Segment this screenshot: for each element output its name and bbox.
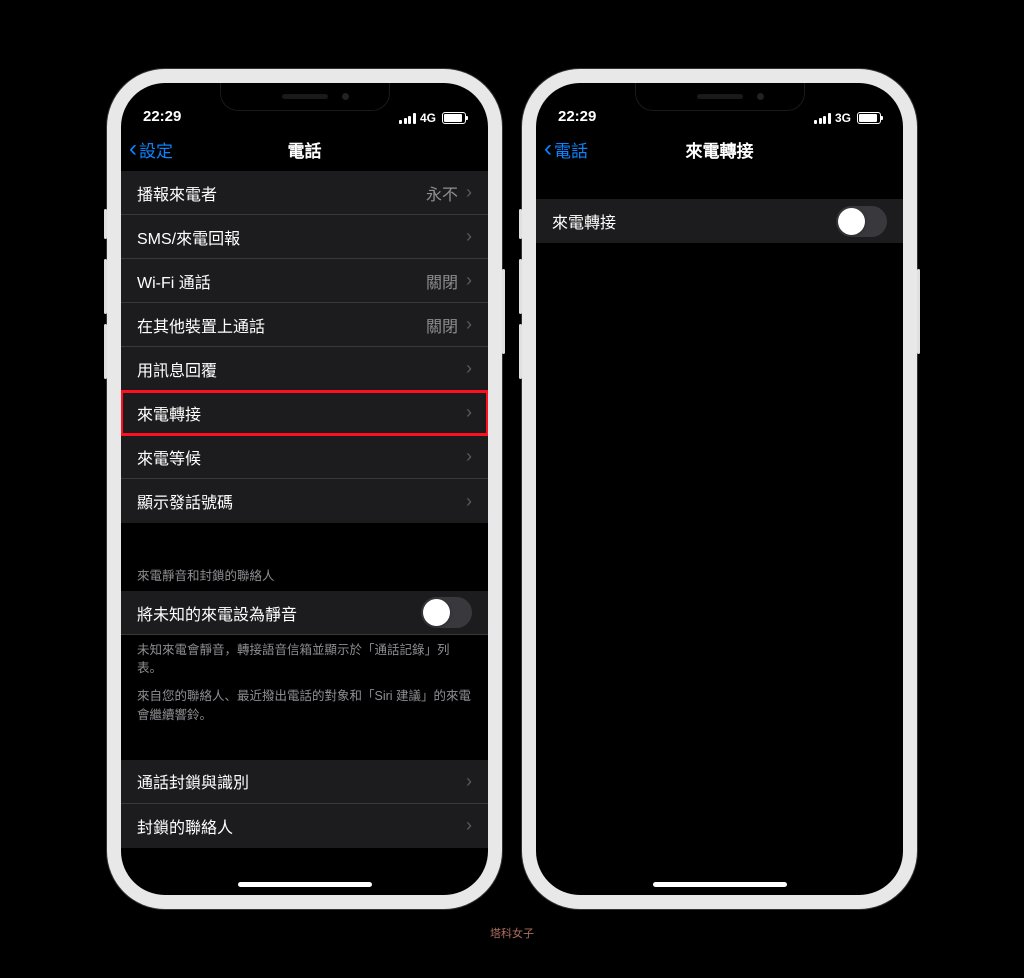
row-show-caller-id[interactable]: 顯示發話號碼 › [121,479,488,523]
nav-bar: ‹ 設定 電話 [121,127,488,171]
chevron-right-icon: › [466,182,472,203]
page-title: 電話 [288,137,322,162]
group-header-silence: 來電靜音和封鎖的聯絡人 [121,555,488,591]
phone-frame-right: 22:29 3G ‹ 電話 來電轉接 來電轉接 [522,69,917,909]
row-respond-with-text[interactable]: 用訊息回覆 › [121,347,488,391]
phone-frame-left: 22:29 4G ‹ 設定 電話 播報來電者 永不 › [107,69,502,909]
nav-bar: ‹ 電話 來電轉接 [536,127,903,171]
toggle-call-forwarding[interactable] [836,206,887,237]
chevron-left-icon: ‹ [129,137,137,161]
watermark: 塔科女子 [490,925,534,941]
row-announce-calls[interactable]: 播報來電者 永不 › [121,171,488,215]
row-blocked-contacts[interactable]: 封鎖的聯絡人 › [121,804,488,848]
signal-icon [399,113,416,124]
settings-list[interactable]: 來電轉接 [536,171,903,875]
screen-phone-settings: 22:29 4G ‹ 設定 電話 播報來電者 永不 › [121,83,488,895]
toggle-silence-unknown[interactable] [421,597,472,628]
battery-icon [857,112,881,124]
settings-list[interactable]: 播報來電者 永不 › SMS/來電回報 › Wi-Fi 通話 關閉 › 在其他裝… [121,171,488,875]
screen-call-forwarding: 22:29 3G ‹ 電話 來電轉接 來電轉接 [536,83,903,895]
chevron-left-icon: ‹ [544,137,552,161]
network-label: 4G [420,111,436,125]
chevron-right-icon: › [466,815,472,836]
signal-icon [814,113,831,124]
back-label: 電話 [554,137,588,162]
row-call-blocking-id[interactable]: 通話封鎖與識別 › [121,760,488,804]
chevron-right-icon: › [466,771,472,792]
battery-icon [442,112,466,124]
row-wifi-calling[interactable]: Wi-Fi 通話 關閉 › [121,259,488,303]
row-sms-report[interactable]: SMS/來電回報 › [121,215,488,259]
network-label: 3G [835,111,851,125]
chevron-right-icon: › [466,270,472,291]
home-indicator[interactable] [653,882,787,887]
chevron-right-icon: › [466,446,472,467]
back-button[interactable]: ‹ 電話 [544,137,588,162]
group-footer-silence1: 未知來電會靜音，轉接語音信箱並顯示於「通話記錄」列表。 [121,635,488,681]
row-silence-unknown[interactable]: 將未知的來電設為靜音 [121,591,488,635]
back-button[interactable]: ‹ 設定 [129,137,173,162]
chevron-right-icon: › [466,491,472,512]
row-call-forwarding[interactable]: 來電轉接 › [121,391,488,435]
chevron-right-icon: › [466,226,472,247]
row-calls-other-devices[interactable]: 在其他裝置上通話 關閉 › [121,303,488,347]
group-footer-silence2: 來自您的聯絡人、最近撥出電話的對象和「Siri 建議」的來電會繼續響鈴。 [121,681,488,727]
chevron-right-icon: › [466,402,472,423]
row-call-forwarding-toggle[interactable]: 來電轉接 [536,199,903,243]
home-indicator[interactable] [238,882,372,887]
status-time: 22:29 [558,108,618,125]
row-call-waiting[interactable]: 來電等候 › [121,435,488,479]
page-title: 來電轉接 [686,137,754,162]
back-label: 設定 [139,137,173,162]
status-time: 22:29 [143,108,203,125]
chevron-right-icon: › [466,358,472,379]
chevron-right-icon: › [466,314,472,335]
